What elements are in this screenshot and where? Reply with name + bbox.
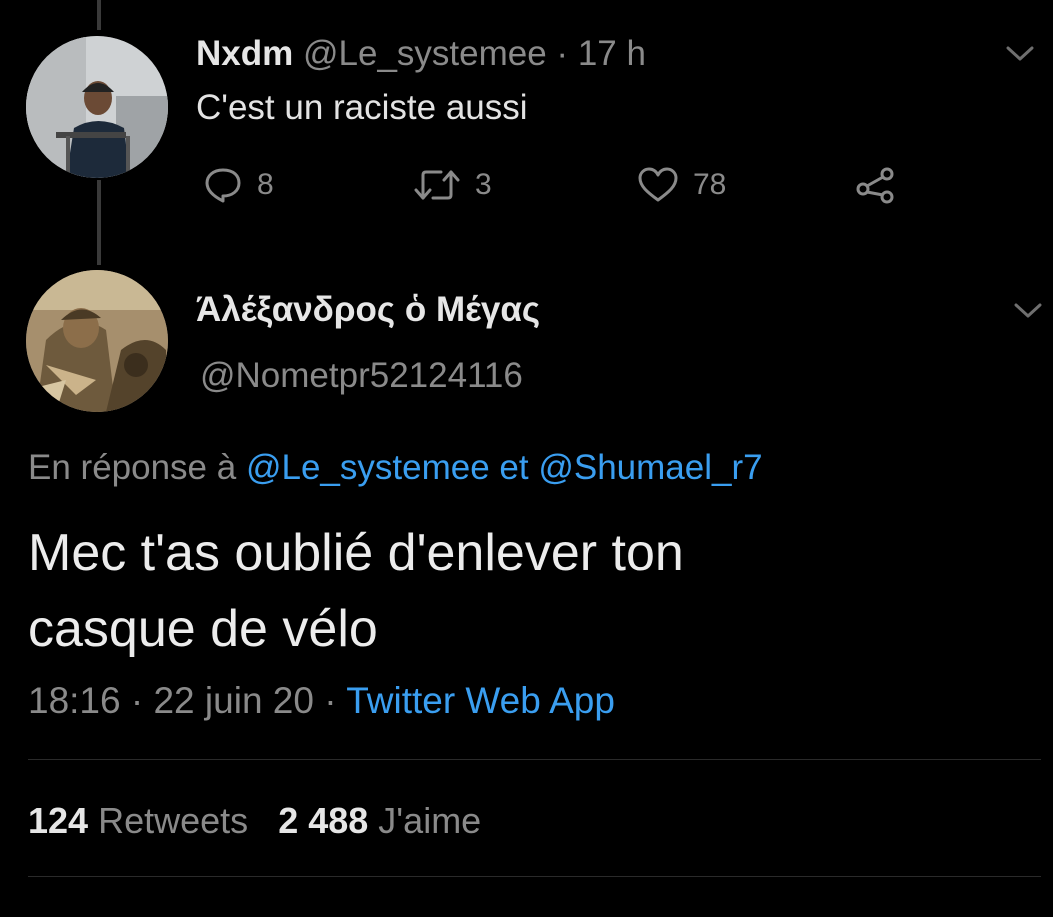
separator: · — [130, 680, 144, 721]
tweet-text: C'est un raciste aussi — [196, 88, 528, 127]
handle[interactable]: @Le_systemee — [303, 34, 547, 73]
avatar[interactable] — [26, 270, 168, 412]
like-count: 78 — [693, 168, 727, 201]
reply-tweet-header: Nxdm @Le_systemee · 17 h — [196, 34, 646, 74]
divider — [28, 876, 1041, 877]
retweet-icon — [414, 170, 460, 200]
retweet-count: 3 — [475, 168, 492, 201]
retweets-stat[interactable]: 124 Retweets — [28, 800, 258, 841]
reply-and: et — [499, 448, 529, 487]
tweet-text-line: casque de vélo — [28, 600, 378, 658]
mention-link[interactable]: @Shumael_r7 — [538, 448, 762, 487]
avatar[interactable] — [26, 36, 168, 178]
tweet-time[interactable]: 18:16 — [28, 680, 121, 721]
tweet-date[interactable]: 22 juin 20 — [153, 680, 313, 721]
tweet-meta: 18:16 · 22 juin 20 · Twitter Web App — [28, 680, 615, 722]
chevron-down-icon[interactable] — [1005, 44, 1035, 69]
mention-link[interactable]: @Le_systemee — [246, 448, 490, 487]
retweets-label: Retweets — [98, 800, 249, 841]
source-link[interactable]: Twitter Web App — [346, 680, 615, 721]
tweet-text-line: Mec t'as oublié d'enlever ton — [28, 524, 684, 582]
reply-count: 8 — [257, 168, 274, 201]
share-button[interactable] — [855, 165, 897, 210]
retweet-button[interactable]: 3 — [413, 166, 492, 204]
like-button[interactable]: 78 — [637, 166, 726, 204]
likes-stat[interactable]: 2 488 J'aime — [278, 800, 481, 841]
chevron-down-icon[interactable] — [1013, 301, 1043, 326]
thread-line-bottom — [97, 180, 101, 265]
retweets-count: 124 — [28, 800, 89, 841]
likes-count: 2 488 — [278, 800, 369, 841]
heart-icon — [638, 167, 678, 202]
likes-label: J'aime — [378, 800, 482, 841]
display-name[interactable]: Nxdm — [196, 34, 293, 73]
divider — [28, 759, 1041, 760]
reply-prefix: En réponse à — [28, 448, 237, 487]
separator: · — [556, 34, 569, 73]
reply-icon — [205, 168, 241, 203]
handle[interactable]: @Nometpr52124116 — [200, 356, 523, 396]
display-name[interactable]: Άλέξανδρος ὁ Μέγας — [196, 290, 540, 330]
share-icon — [856, 167, 894, 204]
reply-context: En réponse à @Le_systemee et @Shumael_r7 — [28, 448, 763, 488]
engagement-stats: 124 Retweets 2 488 J'aime — [28, 800, 481, 842]
timestamp[interactable]: 17 h — [578, 34, 646, 73]
tweet-text: Mec t'as oublié d'enlever ton casque de … — [28, 515, 684, 667]
thread-line-top — [97, 0, 101, 30]
reply-button[interactable]: 8 — [203, 166, 274, 204]
separator: · — [324, 680, 337, 721]
